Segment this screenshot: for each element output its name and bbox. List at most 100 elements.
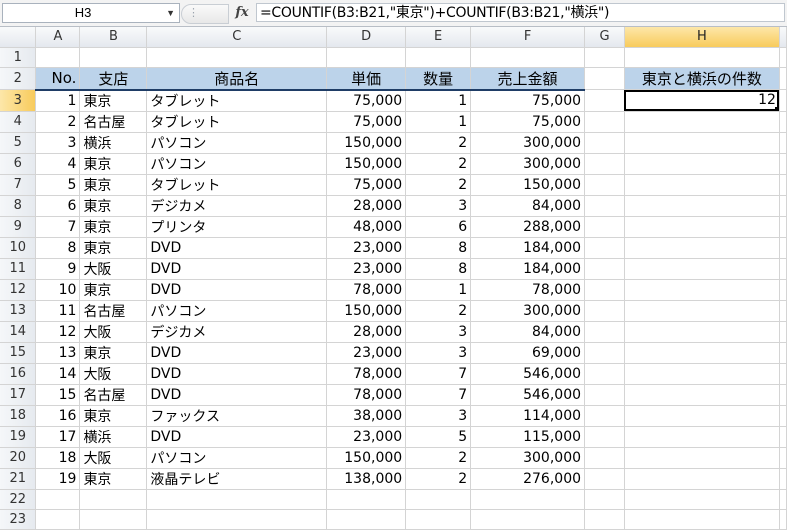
cell-product[interactable]: デジカメ	[146, 321, 328, 343]
cell-no[interactable]: 9	[35, 258, 81, 280]
row-header[interactable]: 11	[0, 258, 37, 280]
cell-branch[interactable]: 大阪	[79, 321, 148, 343]
cell[interactable]	[624, 342, 780, 364]
cell[interactable]	[624, 405, 780, 427]
cell-product[interactable]: タブレット	[146, 174, 328, 196]
header-no[interactable]: No.	[35, 67, 81, 91]
cell[interactable]	[779, 237, 787, 259]
row-header[interactable]: 17	[0, 384, 37, 406]
cell-no[interactable]: 18	[35, 447, 81, 469]
cell-qty[interactable]: 3	[405, 321, 472, 343]
cell-no[interactable]: 8	[35, 237, 81, 259]
cell-price[interactable]: 38,000	[326, 405, 407, 427]
cell[interactable]	[584, 174, 625, 196]
cell-branch[interactable]: 東京	[79, 237, 148, 259]
row-header[interactable]: 19	[0, 426, 37, 448]
cell-sales[interactable]: 75,000	[470, 111, 586, 133]
cell-sales[interactable]: 546,000	[470, 363, 586, 385]
cell-product[interactable]: DVD	[146, 237, 328, 259]
cell[interactable]	[779, 89, 787, 112]
cell-branch[interactable]: 東京	[79, 405, 148, 427]
cell-branch[interactable]: 東京	[79, 279, 148, 301]
cell[interactable]	[584, 195, 625, 217]
row-header[interactable]: 5	[0, 132, 37, 154]
cell[interactable]	[779, 111, 787, 133]
cell[interactable]	[624, 426, 780, 448]
cell-qty[interactable]: 1	[405, 111, 472, 133]
cell-product[interactable]: DVD	[146, 279, 328, 301]
cell[interactable]	[470, 47, 586, 68]
column-header-g[interactable]: G	[584, 27, 625, 48]
cell-sales[interactable]: 84,000	[470, 321, 586, 343]
cell-product[interactable]: パソコン	[146, 300, 328, 322]
cell-price[interactable]: 150,000	[326, 153, 407, 175]
cell[interactable]	[779, 405, 787, 427]
row-header[interactable]: 10	[0, 237, 37, 259]
cell-product[interactable]: DVD	[146, 426, 328, 448]
cell[interactable]	[405, 509, 472, 530]
cell[interactable]	[584, 89, 625, 112]
cell[interactable]	[624, 111, 780, 133]
header-qty[interactable]: 数量	[405, 67, 472, 91]
header-price[interactable]: 単価	[326, 67, 407, 91]
cell[interactable]	[79, 509, 148, 530]
cell[interactable]	[624, 174, 780, 196]
cell[interactable]	[779, 509, 787, 530]
cell[interactable]	[624, 509, 780, 530]
cell-no[interactable]: 19	[35, 468, 81, 490]
column-header-e[interactable]: E	[405, 27, 472, 48]
cell-sales[interactable]: 78,000	[470, 279, 586, 301]
cell[interactable]	[584, 468, 625, 490]
cell-price[interactable]: 23,000	[326, 237, 407, 259]
cell[interactable]	[584, 67, 625, 90]
cell-sales[interactable]: 300,000	[470, 132, 586, 154]
cell[interactable]	[779, 195, 787, 217]
name-box[interactable]: H3 ▼	[2, 3, 180, 23]
cell[interactable]	[624, 279, 780, 301]
cell[interactable]	[624, 321, 780, 343]
cell-price[interactable]: 78,000	[326, 384, 407, 406]
cell[interactable]	[35, 47, 81, 68]
cell-product[interactable]: ファックス	[146, 405, 328, 427]
cell-product[interactable]: デジカメ	[146, 195, 328, 217]
cell[interactable]	[584, 153, 625, 175]
formula-input[interactable]: =COUNTIF(B3:B21,"東京")+COUNTIF(B3:B21,"横浜…	[256, 3, 785, 22]
cell-no[interactable]: 11	[35, 300, 81, 322]
cell-sales[interactable]: 150,000	[470, 174, 586, 196]
header-product[interactable]: 商品名	[146, 67, 328, 91]
cell[interactable]	[779, 47, 787, 68]
cell[interactable]	[470, 489, 586, 510]
cell[interactable]	[584, 216, 625, 238]
cell-qty[interactable]: 1	[405, 89, 472, 112]
cell[interactable]	[584, 132, 625, 154]
cell[interactable]	[79, 47, 148, 68]
cell-qty[interactable]: 2	[405, 132, 472, 154]
cell-sales[interactable]: 69,000	[470, 342, 586, 364]
row-header[interactable]: 21	[0, 468, 37, 490]
row-header[interactable]: 9	[0, 216, 37, 238]
cell[interactable]	[779, 300, 787, 322]
cell[interactable]	[624, 132, 780, 154]
cell-sales[interactable]: 75,000	[470, 89, 586, 112]
row-header[interactable]: 13	[0, 300, 37, 322]
cell[interactable]	[584, 111, 625, 133]
cell-branch[interactable]: 横浜	[79, 132, 148, 154]
column-header-h[interactable]: H	[624, 27, 780, 48]
cell[interactable]	[584, 426, 625, 448]
column-header-i[interactable]	[779, 27, 787, 48]
cell-product[interactable]: タブレット	[146, 89, 328, 112]
cell-qty[interactable]: 6	[405, 216, 472, 238]
cell[interactable]	[624, 468, 780, 490]
cell-price[interactable]: 78,000	[326, 363, 407, 385]
cell-qty[interactable]: 2	[405, 468, 472, 490]
cell-branch[interactable]: 東京	[79, 342, 148, 364]
column-header-c[interactable]: C	[146, 27, 328, 48]
cell-no[interactable]: 5	[35, 174, 81, 196]
cell-no[interactable]: 6	[35, 195, 81, 217]
cell-qty[interactable]: 3	[405, 405, 472, 427]
cell-sales[interactable]: 300,000	[470, 153, 586, 175]
row-header[interactable]: 22	[0, 489, 37, 510]
cell[interactable]	[624, 300, 780, 322]
cell-price[interactable]: 150,000	[326, 447, 407, 469]
cell-no[interactable]: 16	[35, 405, 81, 427]
